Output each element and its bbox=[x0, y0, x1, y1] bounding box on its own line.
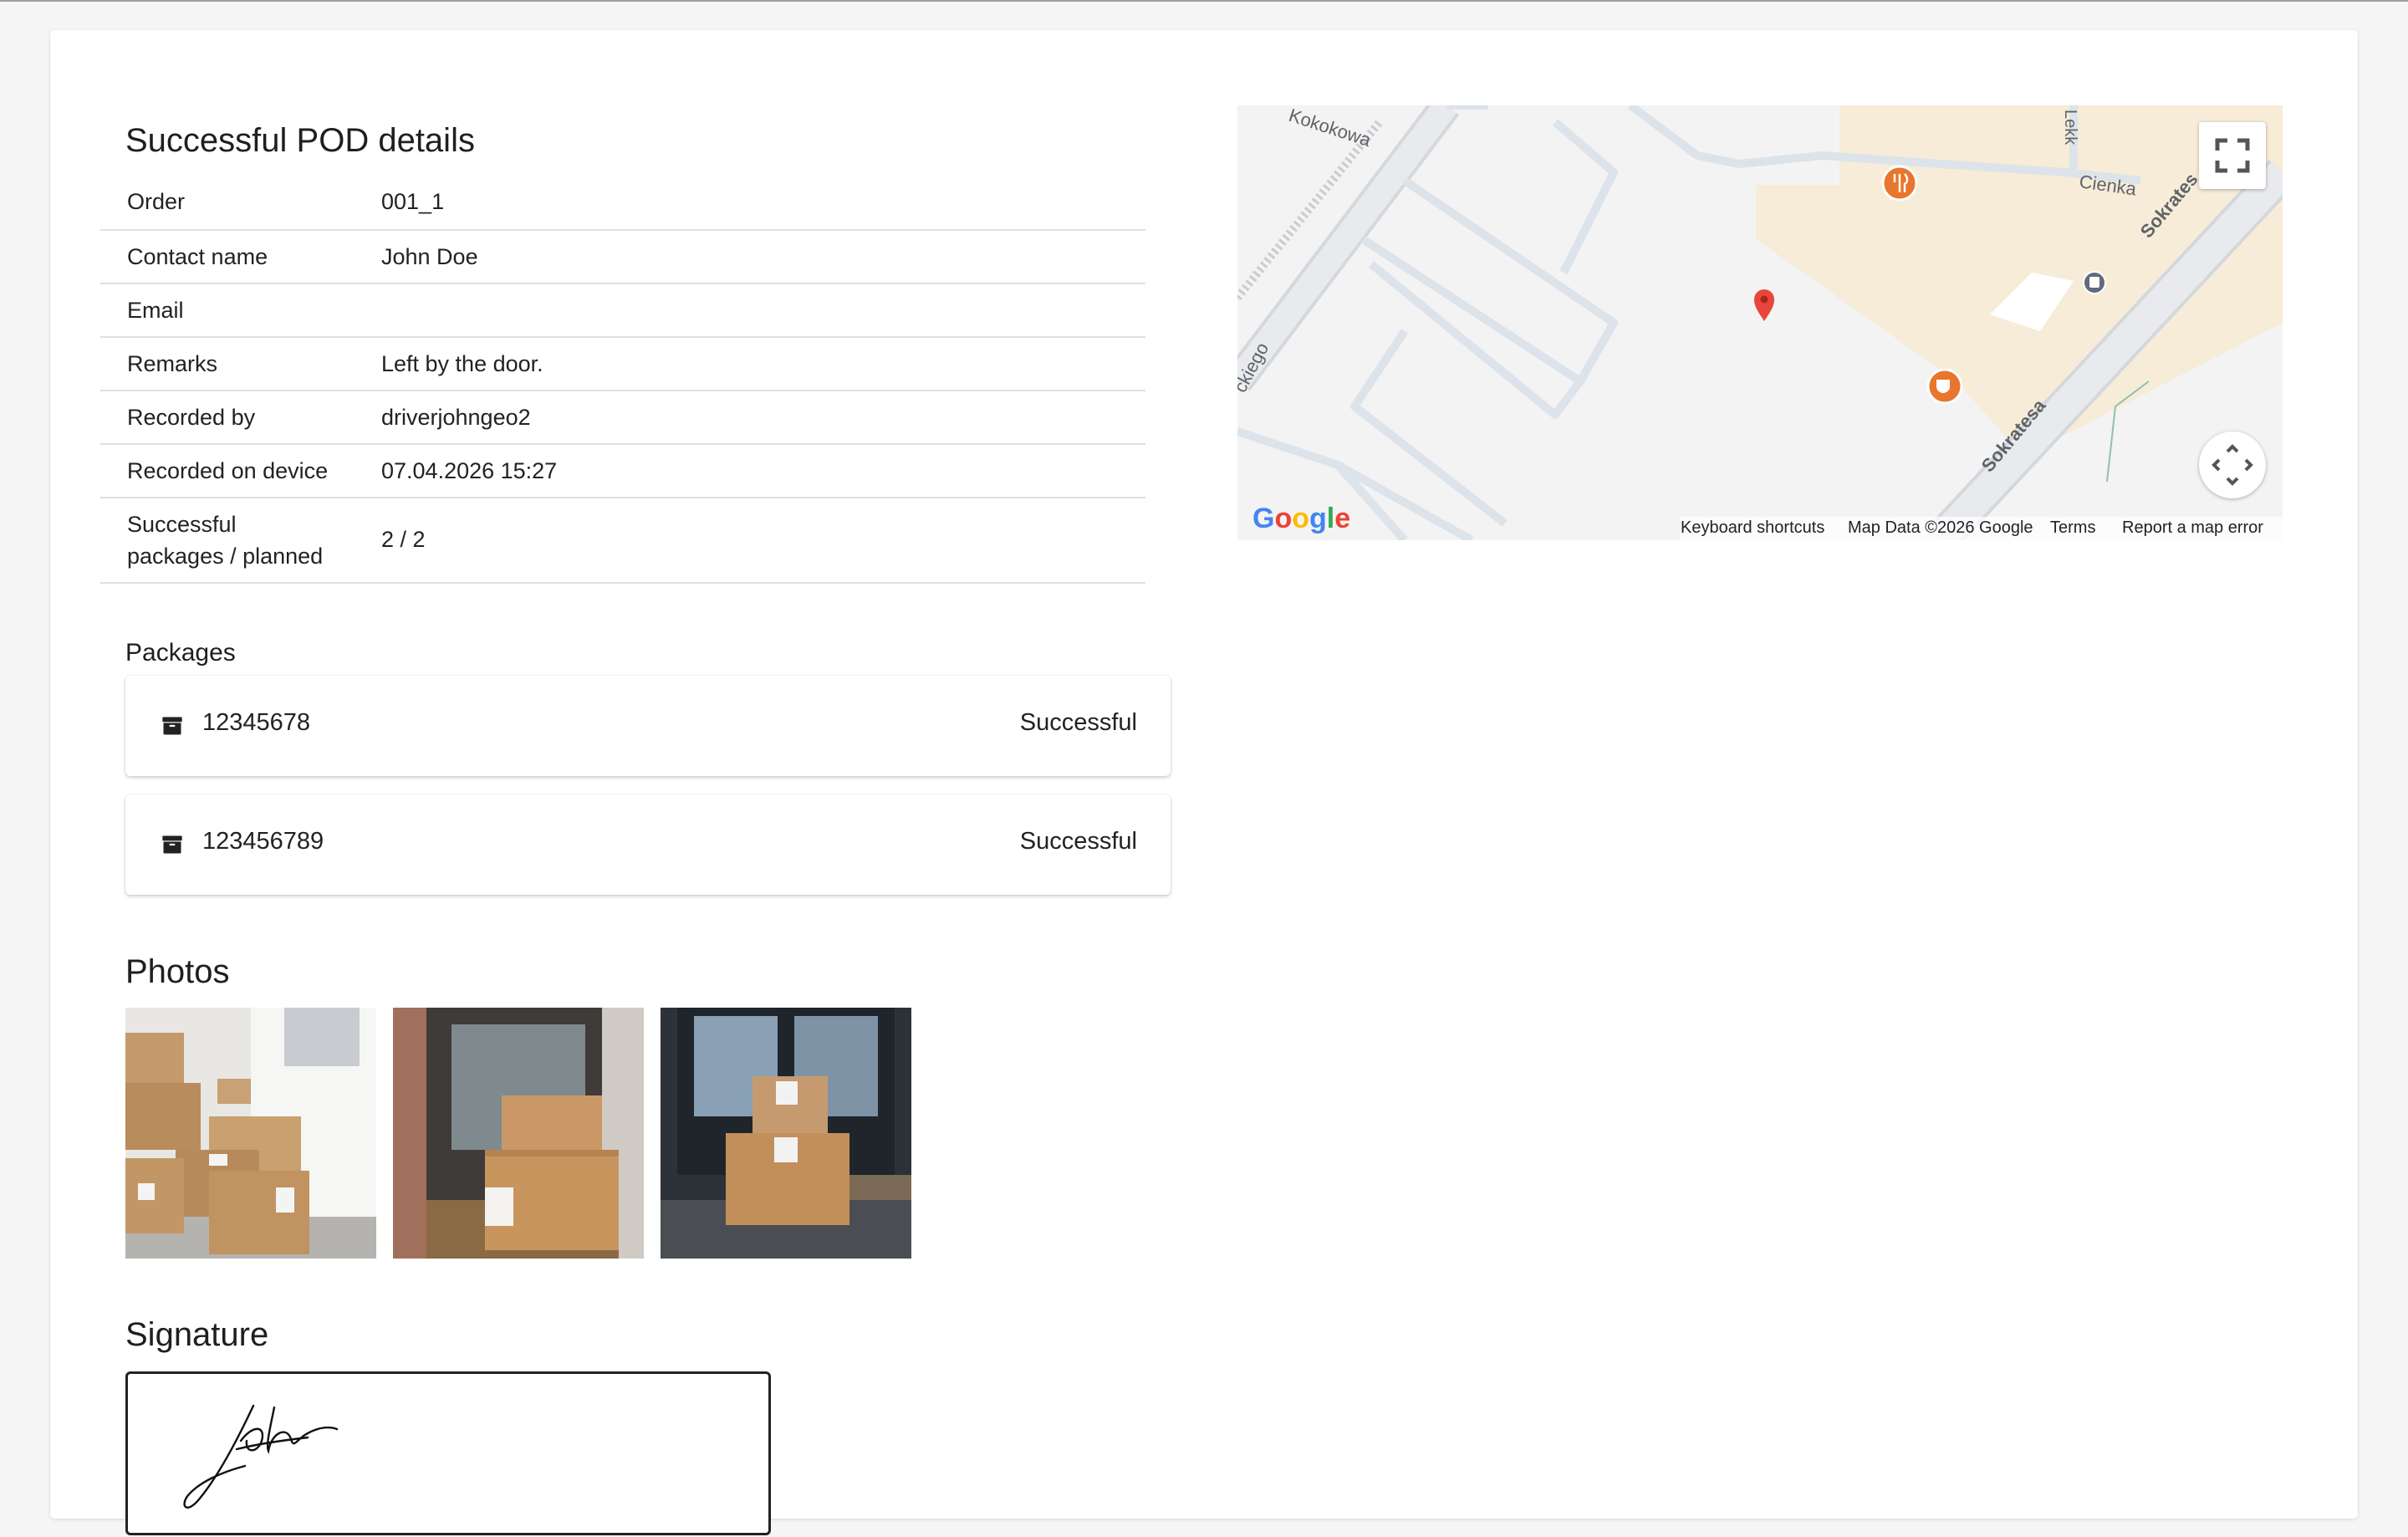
details-row-email: Email bbox=[100, 284, 1145, 338]
package-status: Successful bbox=[1019, 828, 1137, 855]
packages-heading: Packages bbox=[125, 639, 236, 666]
package-item[interactable]: 123456789 Successful bbox=[125, 794, 1171, 895]
details-label: Remarks bbox=[127, 351, 218, 376]
package-number: 12345678 bbox=[202, 709, 311, 736]
photo-thumbnail[interactable] bbox=[661, 1008, 911, 1259]
pan-control-button[interactable] bbox=[2199, 431, 2266, 498]
archive-box-icon bbox=[162, 835, 182, 854]
details-value: 2 / 2 bbox=[381, 527, 426, 552]
map-footer: Keyboard shortcuts Map Data ©2026 Google… bbox=[1681, 517, 2283, 540]
details-label-line1: Successful bbox=[127, 512, 237, 537]
google-logo: Google bbox=[1252, 503, 1350, 534]
details-row-recorded-on: Recorded on device 07.04.2026 15:27 bbox=[100, 445, 1145, 498]
details-label: Recorded on device bbox=[127, 458, 329, 483]
details-label: Email bbox=[127, 298, 184, 323]
photo-thumbnail[interactable] bbox=[393, 1008, 644, 1259]
details-label: Contact name bbox=[127, 244, 268, 269]
fullscreen-icon bbox=[2215, 138, 2250, 173]
delivery-photo-image bbox=[125, 1008, 376, 1259]
archive-box-icon bbox=[162, 717, 182, 735]
restaurant-poi-icon[interactable] bbox=[1881, 165, 1918, 202]
street-label: Lekk bbox=[2061, 110, 2079, 146]
transit-stop-icon[interactable] bbox=[2083, 271, 2106, 294]
map-canvas[interactable]: Kokokowa ckiego Lekk Cienka Sokratesa So… bbox=[1237, 105, 2283, 540]
window-top-border bbox=[0, 0, 2408, 2]
details-value: 001_1 bbox=[381, 189, 445, 214]
signature-box bbox=[125, 1371, 771, 1535]
keyboard-shortcuts-link[interactable]: Keyboard shortcuts bbox=[1681, 518, 1824, 538]
signature-image bbox=[183, 1404, 339, 1509]
map-data-attribution: Map Data ©2026 Google bbox=[1848, 518, 2033, 537]
delivery-photo-image bbox=[661, 1008, 911, 1259]
details-value: Left by the door. bbox=[381, 351, 543, 376]
details-row-contact: Contact name John Doe bbox=[100, 231, 1145, 284]
pan-control-icon bbox=[2212, 444, 2253, 486]
details-label: Recorded by bbox=[127, 405, 256, 430]
details-row-packages: Successful packages / planned 2 / 2 bbox=[100, 498, 1145, 584]
map-view[interactable]: Kokokowa ckiego Lekk Cienka Sokratesa So… bbox=[1237, 105, 2283, 540]
report-map-error-link[interactable]: Report a map error bbox=[2122, 518, 2263, 538]
page-title: Successful POD details bbox=[125, 122, 475, 159]
details-value: John Doe bbox=[381, 244, 478, 269]
details-value: driverjohngeo2 bbox=[381, 405, 531, 430]
photo-thumbnail[interactable] bbox=[125, 1008, 376, 1259]
details-label-line2: packages / planned bbox=[127, 544, 324, 569]
package-number: 123456789 bbox=[202, 828, 324, 855]
package-item[interactable]: 12345678 Successful bbox=[125, 676, 1171, 776]
fullscreen-button[interactable] bbox=[2199, 122, 2266, 189]
details-value: 07.04.2026 15:27 bbox=[381, 458, 558, 483]
package-status: Successful bbox=[1019, 709, 1137, 736]
signature-heading: Signature bbox=[125, 1316, 269, 1353]
details-row-recorded-by: Recorded by driverjohngeo2 bbox=[100, 391, 1145, 445]
cafe-poi-icon[interactable] bbox=[1926, 368, 1963, 405]
terms-link[interactable]: Terms bbox=[2050, 518, 2095, 538]
details-row-order: Order 001_1 bbox=[100, 177, 1145, 231]
photos-heading: Photos bbox=[125, 953, 230, 990]
details-table: Order 001_1 Contact name John Doe Email … bbox=[100, 177, 1145, 584]
delivery-photo-image bbox=[393, 1008, 644, 1259]
details-row-remarks: Remarks Left by the door. bbox=[100, 338, 1145, 391]
details-label: Order bbox=[127, 189, 186, 214]
